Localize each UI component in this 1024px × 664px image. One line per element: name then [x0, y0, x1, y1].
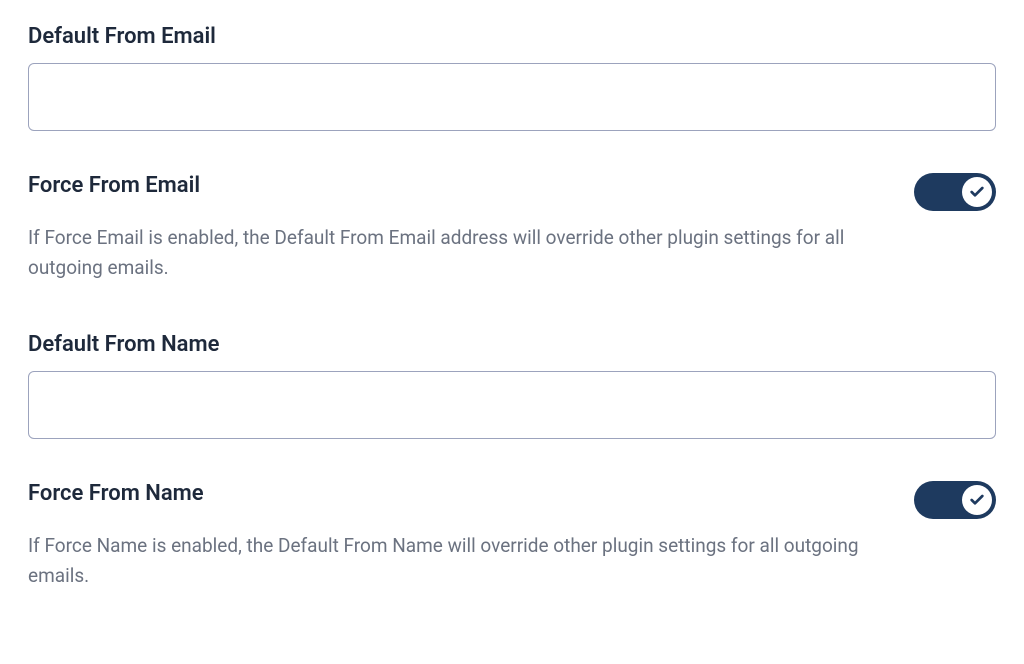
default-from-email-label: Default From Email — [28, 24, 996, 49]
force-from-email-row: Force From Email — [28, 173, 996, 211]
default-from-name-group: Default From Name — [28, 332, 996, 439]
default-from-name-label: Default From Name — [28, 332, 996, 357]
force-from-email-label: Force From Email — [28, 173, 200, 198]
force-from-email-toggle[interactable] — [914, 173, 996, 211]
check-icon — [969, 492, 985, 508]
force-from-name-label: Force From Name — [28, 481, 204, 506]
force-from-name-description: If Force Name is enabled, the Default Fr… — [28, 531, 878, 592]
default-from-email-input[interactable] — [28, 63, 996, 131]
toggle-knob — [962, 177, 992, 207]
default-from-name-input[interactable] — [28, 371, 996, 439]
force-from-name-toggle[interactable] — [914, 481, 996, 519]
check-icon — [969, 184, 985, 200]
default-from-email-group: Default From Email — [28, 24, 996, 131]
force-from-email-description: If Force Email is enabled, the Default F… — [28, 223, 878, 284]
force-from-name-row: Force From Name — [28, 481, 996, 519]
force-from-email-section: Force From Email If Force Email is enabl… — [28, 173, 996, 284]
force-from-name-section: Force From Name If Force Name is enabled… — [28, 481, 996, 592]
toggle-knob — [962, 485, 992, 515]
